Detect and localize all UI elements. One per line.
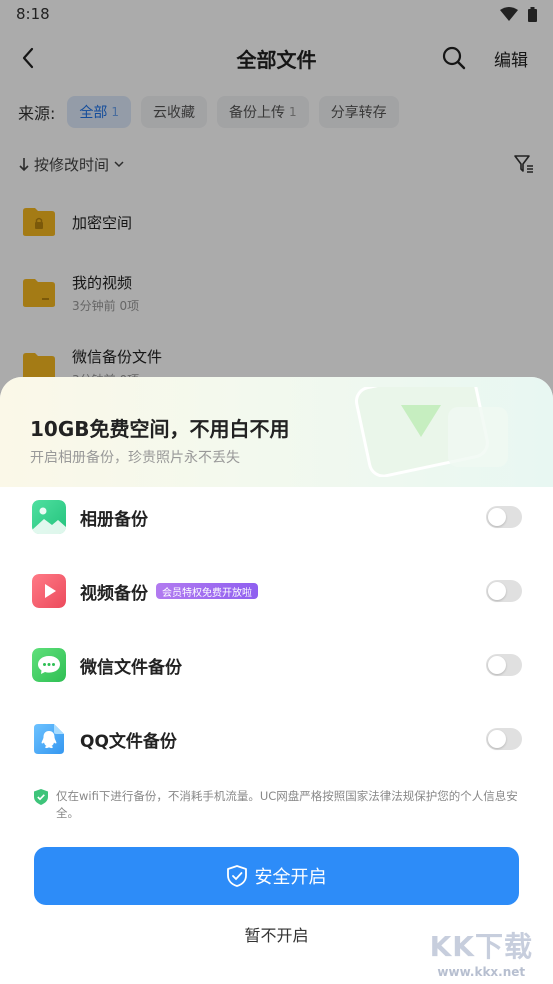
album-backup-toggle[interactable] (486, 506, 522, 528)
sheet-title: 10GB免费空间，不用白不用 (30, 417, 290, 441)
notice-text: 仅在wifi下进行备份，不消耗手机流量。UC网盘严格按照国家法律法规保护您的个人… (56, 789, 518, 820)
option-label: 视频备份 (80, 583, 148, 604)
video-backup-toggle[interactable] (486, 580, 522, 602)
option-label: 微信文件备份 (80, 657, 182, 678)
option-album-backup[interactable]: 相册备份 (32, 497, 522, 537)
video-icon (32, 574, 66, 608)
qq-icon (32, 722, 66, 756)
option-label: QQ文件备份 (80, 731, 177, 752)
toggle-knob (488, 582, 506, 600)
wechat-icon (32, 648, 66, 682)
option-wechat-backup[interactable]: 微信文件备份 (32, 645, 522, 685)
enable-backup-button[interactable]: 安全开启 (34, 847, 519, 905)
option-video-backup[interactable]: 视频备份 会员特权免费开放啦 (32, 571, 522, 611)
toggle-knob (488, 730, 506, 748)
wechat-backup-toggle[interactable] (486, 654, 522, 676)
shield-check-icon (34, 789, 48, 805)
qq-backup-toggle[interactable] (486, 728, 522, 750)
sheet-subtitle: 开启相册备份，珍贵照片永不丢失 (30, 450, 240, 466)
watermark-url: www.kkx.net (437, 965, 526, 979)
vip-badge: 会员特权免费开放啦 (156, 583, 258, 599)
toggle-knob (488, 508, 506, 526)
toggle-knob (488, 656, 506, 674)
shield-check-icon (226, 865, 247, 887)
primary-button-label: 安全开启 (254, 867, 327, 888)
privacy-notice: 仅在wifi下进行备份，不消耗手机流量。UC网盘严格按照国家法律法规保护您的个人… (34, 788, 524, 822)
option-qq-backup[interactable]: QQ文件备份 (32, 719, 522, 759)
backup-bottom-sheet: 10GB免费空间，不用白不用 开启相册备份，珍贵照片永不丢失 相册备份 视频备份… (0, 377, 553, 984)
watermark: KK下载 www.kkx.net (430, 925, 533, 979)
option-label: 相册备份 (80, 509, 148, 530)
album-icon (32, 500, 66, 534)
cloud-decoration-icon (355, 387, 508, 477)
watermark-logo: KK下载 (429, 930, 533, 963)
